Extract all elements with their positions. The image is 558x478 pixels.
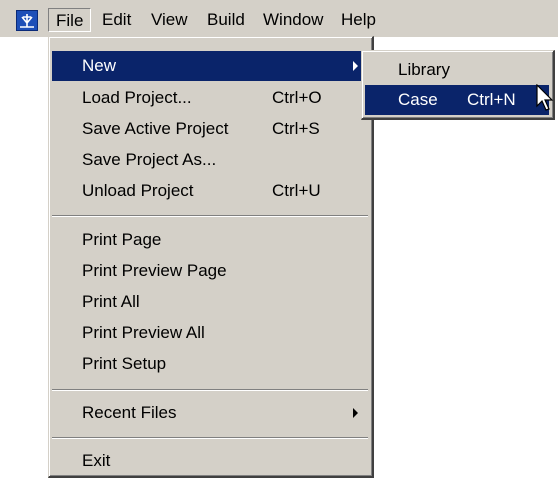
new-submenu: Library Case Ctrl+N [361, 50, 555, 120]
menu-separator [52, 215, 368, 217]
menu-bar: File Edit View Build Window Help [0, 0, 558, 37]
menu-item-label: Save Project As... [82, 150, 217, 169]
menu-item-print-preview-page[interactable]: Print Preview Page [52, 256, 368, 286]
menu-item-print-all[interactable]: Print All [52, 287, 368, 317]
menu-item-label: Print All [82, 292, 140, 311]
menu-item-label: Print Setup [82, 354, 167, 373]
menu-item-label: Exit [82, 451, 111, 470]
menu-item-label: Print Page [82, 230, 162, 249]
menu-file[interactable]: File [48, 8, 92, 32]
menu-item-label: Load Project... [82, 88, 192, 107]
menu-item-shortcut: Ctrl+N [467, 90, 516, 109]
app-logo-icon[interactable] [16, 10, 38, 31]
submenu-item-case[interactable]: Case Ctrl+N [365, 85, 549, 115]
menu-item-label: Recent Files [82, 403, 177, 422]
menu-item-label: Print Preview All [82, 323, 205, 342]
menu-separator [52, 389, 368, 391]
menu-help[interactable]: Help [334, 8, 383, 32]
menu-item-label: Case [398, 90, 438, 109]
menu-item-print-setup[interactable]: Print Setup [52, 349, 368, 379]
menu-window[interactable]: Window [256, 8, 330, 32]
menu-item-unload-project[interactable]: Unload Project Ctrl+U [52, 176, 368, 206]
menu-item-new[interactable]: New [52, 51, 368, 81]
menu-item-shortcut: Ctrl+S [272, 119, 320, 138]
menu-item-recent-files[interactable]: Recent Files [52, 398, 368, 428]
menu-view[interactable]: View [144, 8, 195, 32]
file-menu: New Load Project... Ctrl+O Save Active P… [48, 36, 374, 478]
menu-item-print-preview-all[interactable]: Print Preview All [52, 318, 368, 348]
submenu-arrow-icon [353, 61, 358, 71]
menu-item-shortcut: Ctrl+U [272, 181, 321, 200]
menu-item-label: Save Active Project [82, 119, 229, 138]
menu-item-load-project[interactable]: Load Project... Ctrl+O [52, 83, 368, 113]
menu-item-label: Library [398, 60, 450, 79]
menu-separator [52, 437, 368, 439]
menu-item-exit[interactable]: Exit [52, 446, 368, 476]
menu-build[interactable]: Build [200, 8, 252, 32]
menu-edit[interactable]: Edit [95, 8, 138, 32]
arrow-cursor-icon [536, 83, 554, 117]
menu-item-label: Unload Project [82, 181, 194, 200]
submenu-arrow-icon [353, 408, 358, 418]
menu-item-label: Print Preview Page [82, 261, 227, 280]
submenu-item-library[interactable]: Library [365, 55, 549, 85]
menu-item-save-active-project[interactable]: Save Active Project Ctrl+S [52, 114, 368, 144]
menu-item-save-project-as[interactable]: Save Project As... [52, 145, 368, 175]
menu-item-shortcut: Ctrl+O [272, 88, 322, 107]
menu-item-print-page[interactable]: Print Page [52, 225, 368, 255]
menu-item-label: New [82, 56, 117, 75]
